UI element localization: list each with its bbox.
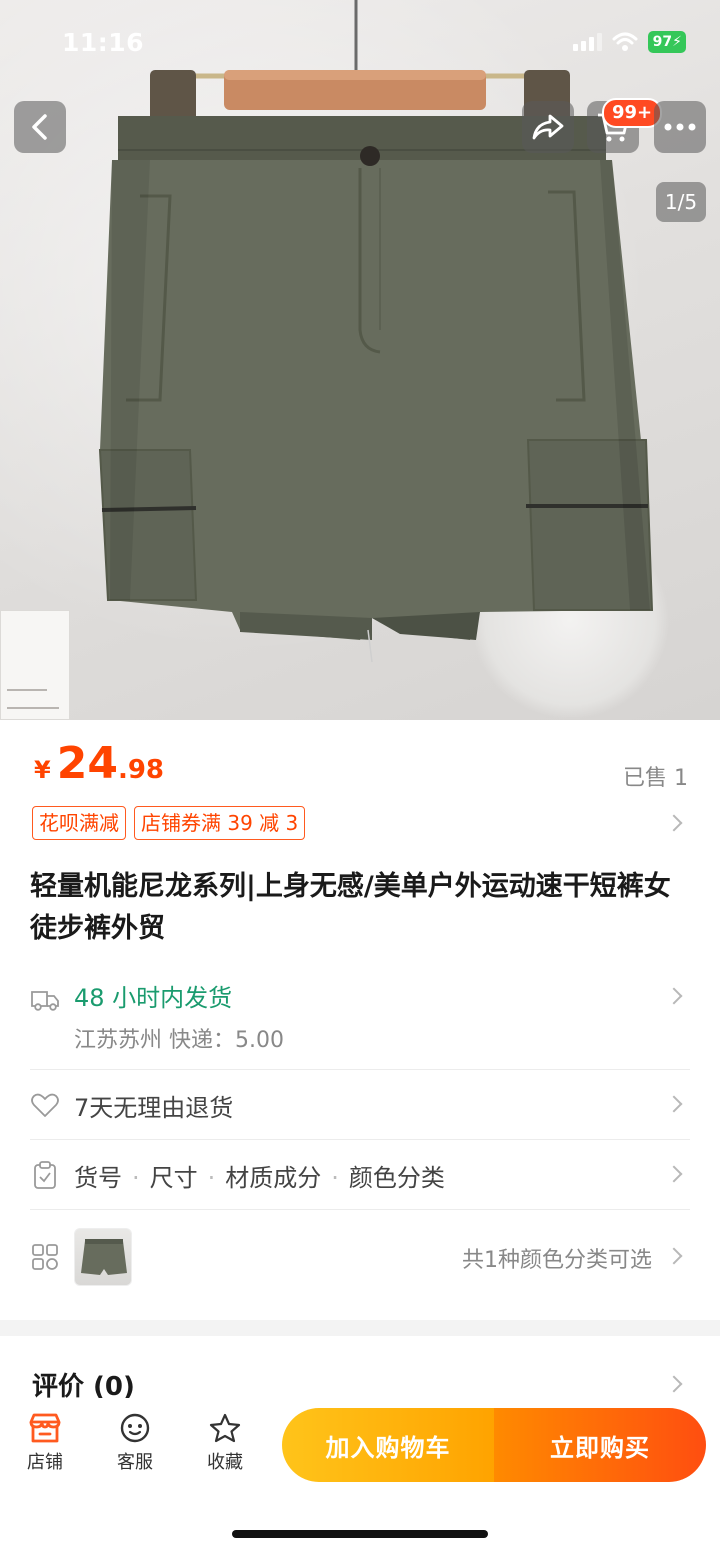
divider (30, 1209, 690, 1210)
product-image-carousel[interactable]: 11:16 97⚡ 99+ 1/5 (0, 0, 720, 720)
divider (30, 1139, 690, 1140)
promo-tags[interactable]: 花呗满减 店铺券满 39 减 3 (32, 806, 306, 840)
cellular-signal-icon (572, 33, 602, 51)
tab-label: 收藏 (207, 1452, 243, 1473)
store-icon (29, 1413, 61, 1443)
variant-count: 共1种颜色分类可选 (462, 1248, 652, 1273)
price-integer: 24 (56, 738, 118, 789)
battery-indicator: 97⚡ (647, 31, 686, 53)
home-indicator (232, 1530, 488, 1538)
price-decimal: .98 (117, 755, 164, 785)
add-to-cart-button[interactable]: 加入购物车 (282, 1408, 494, 1482)
specs-row[interactable]: 货号 · 尺寸 · 材质成分 · 颜色分类 (30, 1156, 690, 1196)
more-button[interactable] (654, 101, 706, 153)
grid-icon (32, 1244, 58, 1270)
product-title: 轻量机能尼龙系列|上身无感/美单户外运动速干短裤女徒步裤外贸 (30, 871, 671, 944)
buy-now-button[interactable]: 立即购买 (494, 1408, 706, 1482)
shipping-time: 48 小时内发货 (74, 984, 233, 1012)
truck-icon (31, 991, 59, 1011)
share-button[interactable] (522, 101, 574, 153)
variant-thumbnail[interactable] (74, 1228, 132, 1286)
promo-tag[interactable]: 店铺券满 39 减 3 (134, 806, 306, 840)
battery-level: 97 (652, 34, 673, 50)
bottom-action-bar: 店铺 客服 收藏 加入购物车 立即购买 (0, 1398, 720, 1558)
variants-row[interactable]: 共1种颜色分类可选 (30, 1226, 690, 1288)
service-icon (120, 1413, 150, 1443)
heart-icon (31, 1093, 59, 1117)
star-icon (209, 1413, 241, 1443)
tab-label: 客服 (117, 1452, 153, 1473)
promo-tag[interactable]: 花呗满减 (32, 806, 126, 840)
chevron-right-icon[interactable] (665, 814, 683, 832)
shipping-origin-fee: 江苏苏州 快递：5.00 (74, 1028, 284, 1053)
returns-policy: 7天无理由退货 (74, 1094, 234, 1122)
tab-label: 店铺 (27, 1452, 63, 1473)
status-time: 11:16 (62, 28, 145, 57)
spec-item: 尺寸 (149, 1164, 198, 1192)
shipping-row[interactable]: 48 小时内发货 江苏苏州 快递：5.00 (30, 976, 690, 1056)
tab-customer-service[interactable]: 客服 (100, 1412, 170, 1474)
share-icon (532, 114, 564, 140)
chevron-right-icon[interactable] (665, 1375, 683, 1393)
section-separator (0, 1320, 720, 1336)
sold-count: 已售 1 (623, 766, 688, 791)
price-currency: ¥ (34, 756, 51, 784)
tab-favorite[interactable]: 收藏 (190, 1412, 260, 1474)
image-page-indicator: 1/5 (656, 182, 706, 222)
tab-store[interactable]: 店铺 (10, 1412, 80, 1474)
spec-item: 货号 (74, 1164, 122, 1192)
spec-list: 货号 · 尺寸 · 材质成分 · 颜色分类 (74, 1164, 445, 1192)
price: ¥ 24 .98 (34, 738, 164, 789)
more-dots-icon (664, 123, 696, 131)
status-indicators: 97⚡ (572, 31, 686, 53)
clipboard-icon (34, 1161, 56, 1189)
returns-row[interactable]: 7天无理由退货 (30, 1086, 690, 1126)
variant-shorts-image (81, 1239, 127, 1275)
back-button[interactable] (14, 101, 66, 153)
spec-item: 颜色分类 (348, 1164, 445, 1192)
wifi-icon (612, 32, 638, 51)
divider (30, 1069, 690, 1070)
chevron-left-icon (32, 114, 47, 140)
spec-item: 材质成分 (225, 1164, 322, 1192)
